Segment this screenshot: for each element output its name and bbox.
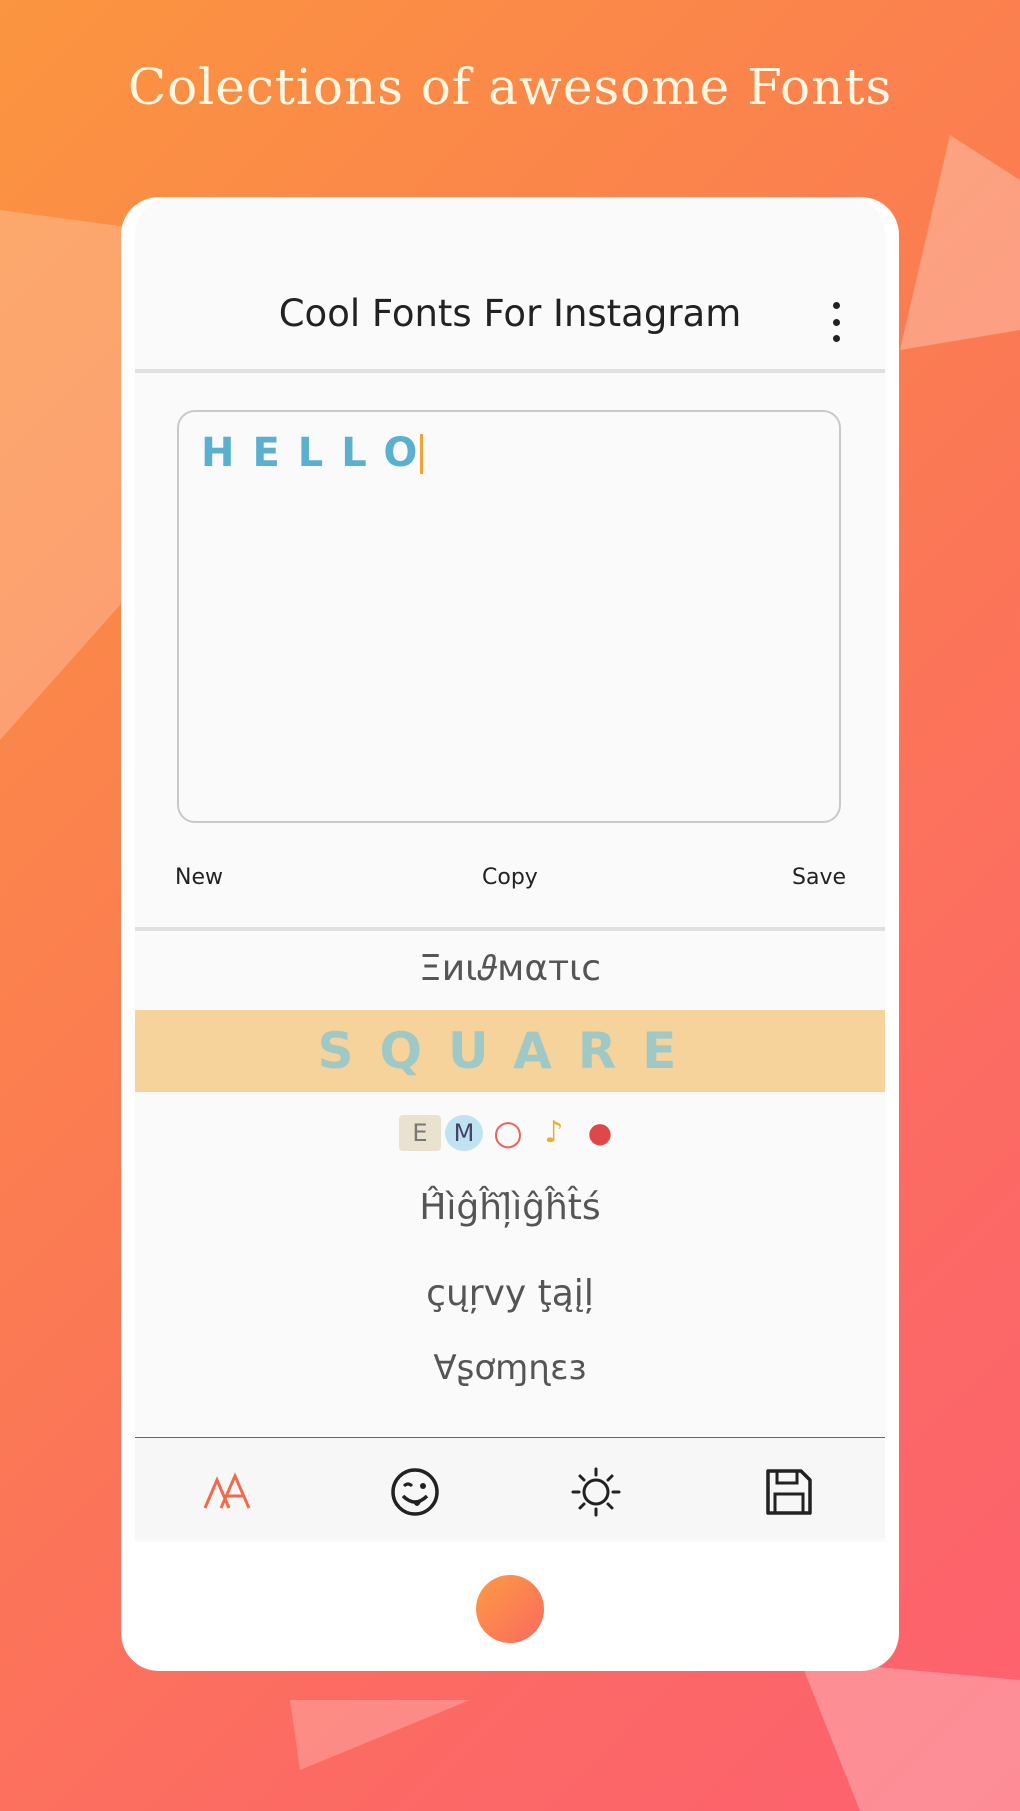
emoji-icon[interactable] — [389, 1466, 441, 1518]
more-vert-icon[interactable] — [824, 302, 848, 342]
font-item-awesome[interactable]: Ɐʂơɱɳɛɜ — [135, 1340, 885, 1396]
emo-sax-icon: ♪ — [544, 1114, 564, 1150]
font-icon[interactable] — [201, 1466, 253, 1518]
sun-icon[interactable] — [570, 1466, 622, 1518]
actions-divider — [135, 927, 885, 931]
emo-letter-e: E — [399, 1114, 441, 1151]
save-icon[interactable] — [763, 1466, 815, 1518]
emo-letter-m: M — [445, 1114, 483, 1151]
font-item-curvy-tail[interactable]: çųŗvy ţąįļ — [135, 1266, 885, 1322]
text-caret — [420, 434, 423, 474]
input-value: HELLO — [201, 430, 436, 476]
font-item-enigmatic[interactable]: Ξиι𝜗мαтιc — [135, 944, 885, 994]
save-button[interactable]: Save — [792, 865, 846, 890]
promo-title: Colections of awesome Fonts — [127, 58, 893, 116]
font-item-emo[interactable]: E M ○ ♪ ● — [135, 1104, 885, 1160]
app-title: Cool Fonts For Instagram — [278, 292, 742, 335]
home-button[interactable] — [476, 1575, 544, 1643]
phone-frame: Cool Fonts For Instagram HELLO New Copy … — [121, 197, 899, 1671]
header-divider — [135, 369, 885, 373]
font-item-highlights[interactable]: Ĥ̂ìĝĥ̂ļ̂ìĝĥ̂t̂ś — [135, 1180, 885, 1236]
app-screen: Cool Fonts For Instagram HELLO New Copy … — [135, 197, 885, 1542]
emo-pin-icon: ● — [587, 1115, 613, 1149]
bottom-nav — [135, 1438, 885, 1538]
text-input[interactable]: HELLO — [177, 410, 841, 823]
copy-button[interactable]: Copy — [482, 865, 538, 890]
new-button[interactable]: New — [175, 865, 223, 890]
emo-letter-o: ○ — [493, 1112, 523, 1153]
font-item-square[interactable]: SQUARE — [135, 1010, 885, 1092]
